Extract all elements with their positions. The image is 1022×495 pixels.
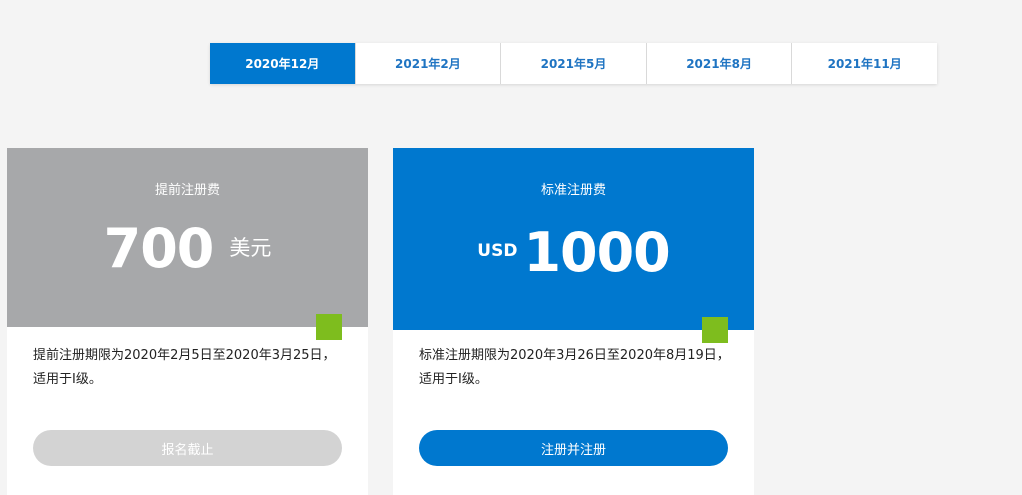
standard-card-title: 标准注册费: [540, 183, 606, 198]
standard-card-description: 标准注册期限为2020年3月26日至2020年8月19日，适用于I级。: [419, 348, 730, 387]
early-price: 700 美元: [7, 222, 368, 276]
standard-price-amount: 1000: [523, 221, 670, 284]
early-card-description: 提前注册期限为2020年2月5日至2020年3月25日，适用于I级。: [33, 348, 336, 387]
date-tabs: 2020年12月 2021年2月 2021年5月 2021年8月 2021年11…: [210, 43, 937, 84]
tab-2021-02[interactable]: 2021年2月: [354, 43, 501, 84]
early-price-amount: 700: [103, 217, 215, 280]
standard-price-unit: USD: [477, 241, 518, 261]
registration-closed-button[interactable]: 报名截止: [33, 430, 342, 466]
tab-2021-08[interactable]: 2021年8月: [645, 43, 792, 84]
early-registration-card: 提前注册费 700 美元 提前注册期限为2020年2月5日至2020年3月25日…: [7, 148, 368, 495]
green-marker-icon: [316, 314, 342, 340]
register-button[interactable]: 注册并注册: [419, 430, 728, 466]
early-price-unit: 美元: [229, 236, 272, 260]
standard-registration-card: 标准注册费 USD 1000 标准注册期限为2020年3月26日至2020年8月…: [393, 148, 754, 495]
early-card-header: 提前注册费 700 美元: [7, 148, 368, 327]
green-marker-icon: [702, 317, 728, 343]
tab-2021-11[interactable]: 2021年11月: [791, 43, 937, 84]
tab-2021-05[interactable]: 2021年5月: [500, 43, 646, 84]
standard-card-header: 标准注册费 USD 1000: [393, 148, 754, 330]
early-card-title: 提前注册费: [154, 183, 220, 198]
tab-2020-12[interactable]: 2020年12月: [210, 43, 355, 84]
standard-price: USD 1000: [393, 226, 754, 280]
